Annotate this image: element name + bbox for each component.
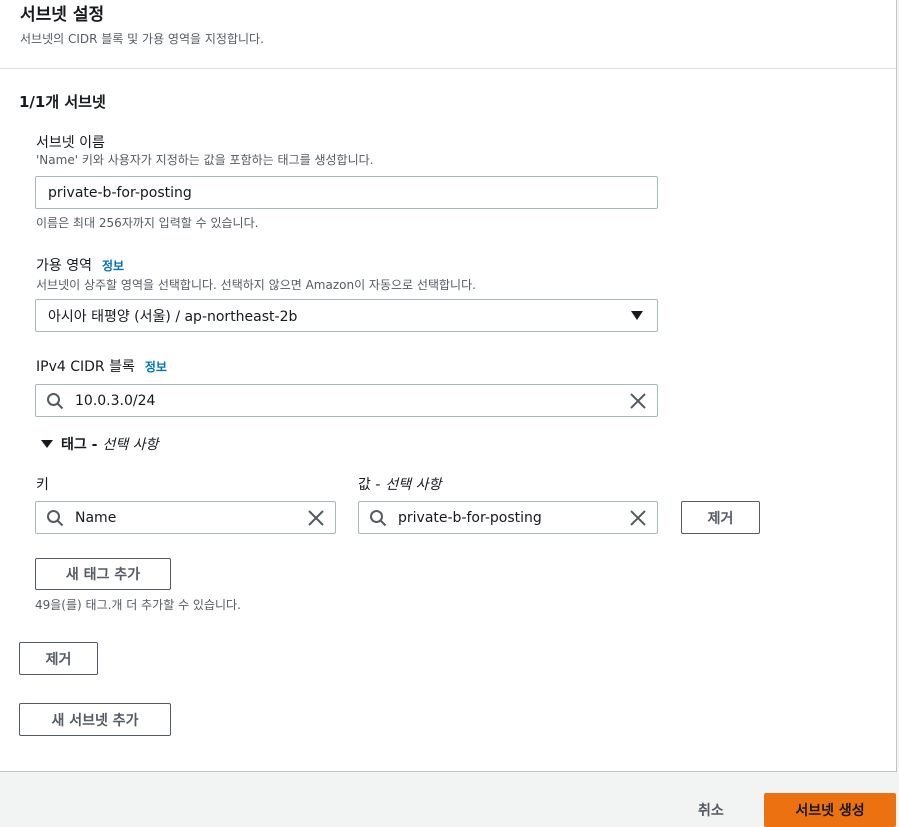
add-tag-button[interactable]: 새 태그 추가 bbox=[35, 558, 171, 590]
tags-toggle[interactable]: 태그 - 선택 사항 bbox=[41, 434, 158, 454]
tag-value-input[interactable]: private-b-for-posting bbox=[358, 501, 658, 534]
az-selected-value: 아시아 태평양 (서울) / ap-northeast-2b bbox=[48, 308, 298, 325]
create-subnet-button[interactable]: 서브넷 생성 bbox=[764, 793, 896, 827]
tag-value-label-optional: 선택 사항 bbox=[385, 477, 442, 493]
remove-subnet-button[interactable]: 제거 bbox=[19, 642, 98, 675]
az-label-row: 가용 영역 정보 bbox=[36, 255, 124, 275]
cidr-label-row: IPv4 CIDR 블록 정보 bbox=[36, 356, 167, 376]
subnet-name-value: private-b-for-posting bbox=[48, 184, 192, 201]
tag-value-value: private-b-for-posting bbox=[398, 509, 542, 526]
az-info-link[interactable]: 정보 bbox=[102, 257, 124, 274]
section-description: 서브넷의 CIDR 블록 및 가용 영역을 지정합니다. bbox=[20, 32, 264, 46]
tags-toggle-optional: 선택 사항 bbox=[102, 437, 159, 453]
tag-key-input[interactable]: Name bbox=[35, 501, 336, 534]
panel-header: 서브넷 설정 서브넷의 CIDR 블록 및 가용 영역을 지정합니다. bbox=[0, 0, 896, 69]
tag-value-label-prefix: 값 - bbox=[358, 477, 381, 493]
cancel-button[interactable]: 취소 bbox=[698, 800, 724, 820]
tags-toggle-label: 태그 - bbox=[61, 437, 98, 453]
search-icon bbox=[47, 392, 64, 409]
subnet-name-description: 'Name' 키와 사용자가 지정하는 값을 포함하는 태그를 생성합니다. bbox=[36, 153, 374, 167]
caret-down-icon bbox=[41, 440, 53, 448]
remove-tag-button[interactable]: 제거 bbox=[681, 501, 760, 534]
tag-key-label: 키 bbox=[36, 477, 49, 493]
subnet-name-input[interactable]: private-b-for-posting bbox=[35, 176, 658, 209]
az-select[interactable]: 아시아 태평양 (서울) / ap-northeast-2b bbox=[35, 299, 658, 332]
caret-down-icon bbox=[631, 311, 643, 320]
clear-icon[interactable] bbox=[629, 509, 647, 527]
clear-icon[interactable] bbox=[307, 509, 325, 527]
az-description: 서브넷이 상주할 영역을 선택합니다. 선택하지 않으면 Amazon이 자동으… bbox=[36, 278, 476, 292]
cidr-label: IPv4 CIDR 블록 bbox=[36, 359, 135, 375]
cidr-input[interactable]: 10.0.3.0/24 bbox=[35, 384, 658, 417]
subnet-heading: 1/1개 서브넷 bbox=[19, 93, 106, 111]
search-icon bbox=[370, 509, 387, 526]
section-title: 서브넷 설정 bbox=[20, 5, 105, 25]
clear-icon[interactable] bbox=[629, 392, 647, 410]
cidr-value: 10.0.3.0/24 bbox=[75, 392, 156, 409]
subnet-name-label: 서브넷 이름 bbox=[36, 135, 105, 151]
tag-key-value: Name bbox=[75, 509, 117, 526]
tags-remaining-hint: 49을(를) 태그.개 더 추가할 수 있습니다. bbox=[35, 598, 241, 612]
search-icon bbox=[47, 509, 64, 526]
subnet-name-constraint: 이름은 최대 256자까지 입력할 수 있습니다. bbox=[36, 216, 259, 230]
az-label: 가용 영역 bbox=[36, 258, 92, 274]
add-subnet-button[interactable]: 새 서브넷 추가 bbox=[19, 703, 171, 736]
cidr-info-link[interactable]: 정보 bbox=[145, 358, 167, 375]
tag-value-label: 값 - 선택 사항 bbox=[358, 474, 441, 494]
